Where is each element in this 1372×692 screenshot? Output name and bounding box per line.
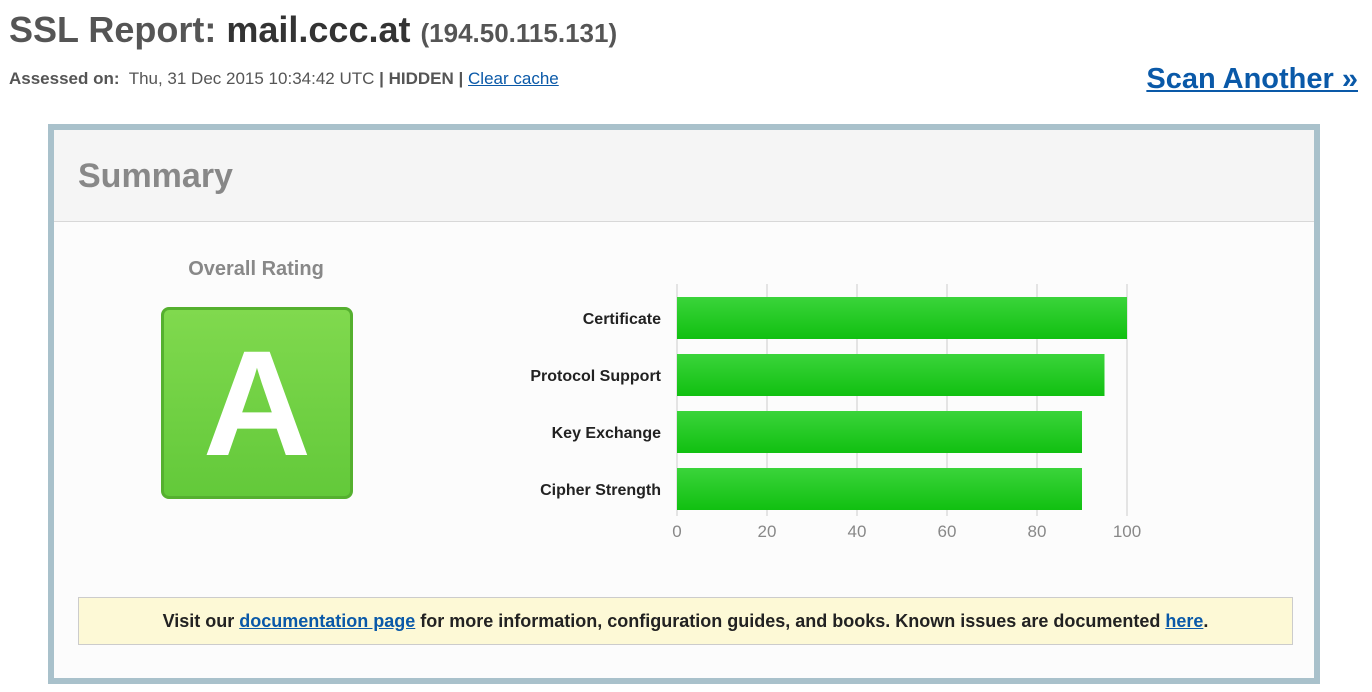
title-host: mail.ccc.at (226, 9, 411, 50)
report-title: SSL Report: mail.ccc.at (194.50.115.131) (9, 8, 617, 55)
summary-header: Summary (54, 130, 1314, 222)
assessed-line: Assessed on: Thu, 31 Dec 2015 10:34:42 U… (9, 68, 559, 90)
summary-panel: Summary Overall Rating A 0 20 40 60 80 100 Cer… (48, 124, 1320, 684)
clear-cache-link[interactable]: Clear cache (468, 69, 559, 88)
bar-label: Certificate (583, 311, 661, 328)
title-ip: (194.50.115.131) (420, 18, 618, 48)
assessed-date: Thu, 31 Dec 2015 10:34:42 UTC (128, 69, 375, 88)
overall-rating-label: Overall Rating (188, 258, 324, 280)
bar-label: Key Exchange (552, 425, 661, 442)
separator: | (379, 69, 384, 88)
tick-label: 0 (672, 522, 681, 541)
tick-label: 80 (1028, 522, 1047, 541)
bar-label: Cipher Strength (540, 482, 661, 499)
visibility-status: HIDDEN (388, 69, 454, 88)
bar (677, 468, 1082, 510)
summary-title: Summary (78, 157, 233, 195)
bar (677, 354, 1105, 396)
tick-label: 100 (1113, 522, 1141, 541)
grade-badge: A (161, 307, 353, 499)
documentation-page-link[interactable]: documentation page (239, 611, 415, 631)
known-issues-link[interactable]: here (1165, 611, 1203, 631)
separator: | (458, 69, 464, 88)
note-text-2: for more information, configuration guid… (415, 611, 1166, 631)
grade-letter: A (202, 319, 312, 487)
bar (677, 297, 1127, 339)
note-text-1: Visit our (162, 611, 240, 631)
title-prefix: SSL Report: (9, 9, 227, 50)
tick-label: 40 (848, 522, 867, 541)
tick-label: 20 (758, 522, 777, 541)
scan-another-link[interactable]: Scan Another » (1146, 60, 1358, 98)
documentation-note: Visit our documentation page for more in… (78, 597, 1293, 645)
rating-chart-svg: 0 20 40 60 80 100 Certificate Protocol Support K… (530, 284, 1141, 541)
rating-chart: 0 20 40 60 80 100 Certificate Protocol Support K… (494, 280, 1214, 570)
note-text-3: . (1203, 611, 1209, 631)
assessed-label: Assessed on: (9, 69, 120, 88)
bar-label: Protocol Support (530, 368, 661, 385)
tick-label: 60 (938, 522, 957, 541)
bar (677, 411, 1082, 453)
